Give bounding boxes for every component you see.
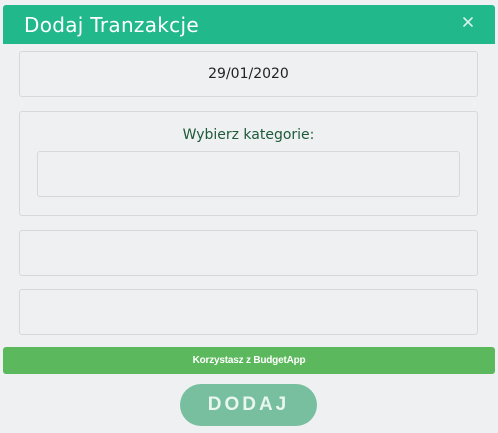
category-group: Wybierz kategorie: [19, 111, 478, 216]
dialog-header: Dodaj Tranzakcje [3, 5, 495, 44]
category-label: Wybierz kategorie: [182, 127, 315, 143]
description-field[interactable] [19, 289, 478, 335]
amount-field[interactable] [19, 230, 478, 276]
close-button[interactable] [461, 15, 475, 29]
add-button[interactable]: DODAJ [180, 384, 317, 426]
date-field[interactable]: 29/01/2020 [19, 51, 478, 97]
description-input[interactable] [20, 290, 477, 334]
amount-input[interactable] [20, 231, 477, 275]
dialog-title: Dodaj Tranzakcje [24, 13, 199, 37]
close-icon [463, 17, 473, 27]
category-select[interactable] [37, 151, 460, 197]
footer-banner: Korzystasz z BudgetApp [3, 347, 495, 374]
date-value: 29/01/2020 [208, 66, 289, 82]
